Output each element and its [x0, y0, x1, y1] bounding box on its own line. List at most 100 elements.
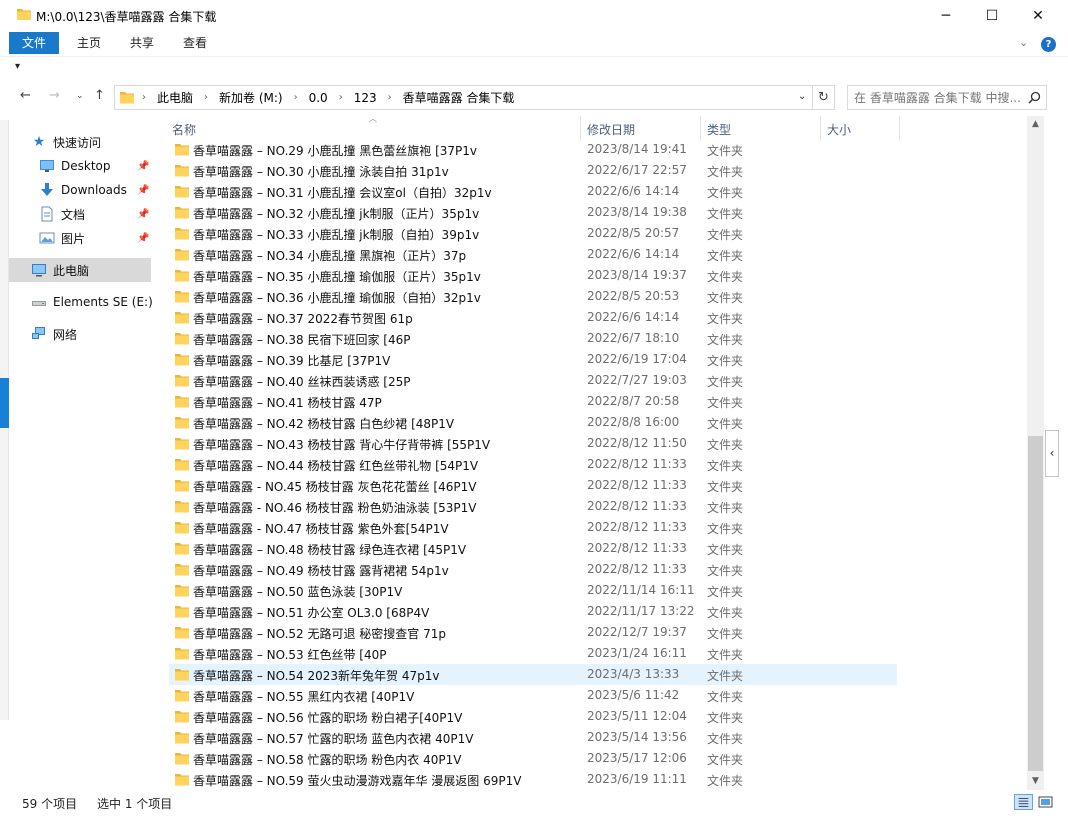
file-row[interactable]: 香草喵露露 – NO.59 萤火虫动漫游戏嘉年华 漫展返图 69P1V 2023/… — [169, 769, 897, 790]
file-row[interactable]: 香草喵露露 – NO.51 办公室 OL3.0 [68P4V 2022/11/17… — [169, 601, 897, 622]
column-divider[interactable] — [580, 116, 581, 141]
nav-this-pc[interactable]: 此电脑 — [9, 258, 151, 282]
back-button[interactable]: ← — [20, 88, 31, 103]
nav-label: 快速访问 — [53, 135, 102, 150]
column-header-size[interactable]: 大小 — [827, 121, 851, 138]
nav-downloads[interactable]: Downloads 📌 — [9, 178, 151, 202]
column-header-type[interactable]: 类型 — [707, 121, 731, 138]
tab-view[interactable]: 查看 — [170, 32, 220, 54]
details-view-icon[interactable] — [1014, 794, 1033, 810]
help-icon[interactable]: ? — [1041, 37, 1056, 52]
file-row[interactable]: 香草喵露露 – NO.34 小鹿乱撞 黑旗袍（正片）37p 2022/6/6 14… — [169, 244, 897, 265]
search-input[interactable] — [854, 89, 1022, 106]
file-row[interactable]: 香草喵露露 – NO.35 小鹿乱撞 瑜伽服（正片）35p1v 2023/8/14… — [169, 265, 897, 286]
nav-desktop[interactable]: Desktop 📌 — [9, 154, 151, 178]
file-type: 文件夹 — [707, 732, 744, 746]
file-row[interactable]: 香草喵露露 – NO.49 杨枝甘露 露背裙裙 54p1v 2022/8/12 1… — [169, 559, 897, 580]
pin-icon[interactable]: 📌 — [137, 233, 149, 244]
file-modified-date: 2023/5/17 12:06 — [587, 751, 687, 765]
column-header-name[interactable]: 名称 — [172, 121, 196, 138]
breadcrumb-folder-0-0[interactable]: 0.0 — [302, 91, 335, 105]
file-modified-date: 2023/5/6 11:42 — [587, 688, 680, 702]
nav-quick-access[interactable]: ★ 快速访问 — [9, 130, 151, 154]
pin-icon[interactable]: 📌 — [137, 185, 149, 196]
column-divider[interactable] — [700, 116, 701, 141]
breadcrumb-current-folder[interactable]: 香草喵露露 合集下载 — [396, 89, 522, 106]
vertical-scrollbar[interactable]: ▲ ▼ — [1027, 116, 1044, 790]
file-row[interactable]: 香草喵露露 – NO.31 小鹿乱撞 会议室ol（自拍）32p1v 2022/6/… — [169, 181, 897, 202]
file-row[interactable]: 香草喵露露 - NO.47 杨枝甘露 紫色外套[54P1V 2022/8/12 1… — [169, 517, 897, 538]
breadcrumb-separator[interactable]: › — [138, 92, 150, 103]
file-row[interactable]: 香草喵露露 – NO.44 杨枝甘露 红色丝带礼物 [54P1V 2022/8/1… — [169, 454, 897, 475]
column-divider[interactable] — [899, 116, 900, 141]
close-button[interactable]: ✕ — [1015, 0, 1061, 31]
file-modified-date: 2022/8/12 11:33 — [587, 541, 687, 555]
refresh-button[interactable]: ↻ — [813, 85, 835, 110]
file-modified-date: 2022/6/17 22:57 — [587, 163, 687, 177]
file-row[interactable]: 香草喵露露 – NO.32 小鹿乱撞 jk制服（正片）35p1v 2023/8/1… — [169, 202, 897, 223]
maximize-button[interactable]: ☐ — [969, 0, 1015, 31]
file-name: 香草喵露露 – NO.40 丝袜西装诱惑 [25P — [193, 375, 411, 389]
file-row[interactable]: 香草喵露露 – NO.50 蓝色泳装 [30P1V 2022/11/14 16:1… — [169, 580, 897, 601]
search-icon[interactable] — [1028, 91, 1041, 104]
search-box[interactable] — [847, 85, 1047, 110]
breadcrumb-separator[interactable]: › — [335, 92, 347, 103]
file-row[interactable]: 香草喵露露 – NO.29 小鹿乱撞 黑色蕾丝旗袍 [37P1v 2023/8/1… — [169, 139, 897, 160]
file-row[interactable]: 香草喵露露 – NO.54 2023新年兔年贺 47p1v 2023/4/3 13… — [169, 664, 897, 685]
file-row[interactable]: 香草喵露露 – NO.40 丝袜西装诱惑 [25P 2022/7/27 19:03… — [169, 370, 897, 391]
minimize-button[interactable]: ─ — [923, 0, 969, 31]
scroll-up-arrow[interactable]: ▲ — [1027, 116, 1044, 133]
file-row[interactable]: 香草喵露露 – NO.55 黑红内衣裙 [40P1V 2023/5/6 11:42… — [169, 685, 897, 706]
file-row[interactable]: 香草喵露露 – NO.36 小鹿乱撞 瑜伽服（自拍）32p1v 2022/8/5 … — [169, 286, 897, 307]
file-row[interactable]: 香草喵露露 – NO.38 民宿下班回家 [46P 2022/6/7 18:10 文… — [169, 328, 897, 349]
file-row[interactable]: 香草喵露露 – NO.39 比基尼 [37P1V 2022/6/19 17:04 文… — [169, 349, 897, 370]
breadcrumb-separator[interactable]: › — [384, 92, 396, 103]
expand-ribbon-button[interactable]: ⌄ — [1019, 36, 1028, 49]
up-button[interactable]: ↑ — [94, 88, 105, 103]
breadcrumb-this-pc[interactable]: 此电脑 — [150, 89, 200, 106]
forward-button[interactable]: → — [49, 88, 60, 103]
address-history-dropdown[interactable]: ⌄ — [798, 91, 806, 102]
pin-icon[interactable]: 📌 — [137, 209, 149, 220]
address-row: ← → ⌄ ↑ › 此电脑 › 新加卷 (M:) › 0.0 › 123 › 香… — [0, 82, 1068, 112]
file-type: 文件夹 — [707, 501, 744, 515]
column-divider[interactable] — [820, 116, 821, 141]
file-modified-date: 2022/8/5 20:57 — [587, 226, 680, 240]
file-type: 文件夹 — [707, 459, 744, 473]
file-row[interactable]: 香草喵露露 – NO.33 小鹿乱撞 jk制服（自拍）39p1v 2022/8/5… — [169, 223, 897, 244]
file-row[interactable]: 香草喵露露 – NO.41 杨枝甘露 47P 2022/8/7 20:58 文件夹 — [169, 391, 897, 412]
pin-icon[interactable]: 📌 — [137, 161, 149, 172]
breadcrumb-drive-m[interactable]: 新加卷 (M:) — [212, 89, 290, 106]
tab-share[interactable]: 共享 — [117, 32, 167, 54]
scroll-down-arrow[interactable]: ▼ — [1027, 773, 1044, 790]
file-row[interactable]: 香草喵露露 – NO.42 杨枝甘露 白色纱裙 [48P1V 2022/8/8 1… — [169, 412, 897, 433]
folder-icon — [175, 291, 189, 303]
collapse-pane-handle[interactable]: ‹ — [1045, 430, 1059, 477]
scrollbar-thumb[interactable] — [1028, 436, 1043, 771]
nav-elements-drive[interactable]: Elements SE (E:) — [9, 290, 153, 314]
file-row[interactable]: 香草喵露露 – NO.30 小鹿乱撞 泳装自拍 31p1v 2022/6/17 2… — [169, 160, 897, 181]
file-row[interactable]: 香草喵露露 – NO.57 忙露的职场 蓝色内衣裙 40P1V 2023/5/14… — [169, 727, 897, 748]
recent-locations-button[interactable]: ⌄ — [76, 91, 84, 101]
file-row[interactable]: 香草喵露露 – NO.48 杨枝甘露 绿色连衣裙 [45P1V 2022/8/12… — [169, 538, 897, 559]
tab-home[interactable]: 主页 — [64, 32, 114, 54]
file-row[interactable]: 香草喵露露 – NO.37 2022春节贺图 61p 2022/6/6 14:14… — [169, 307, 897, 328]
file-row[interactable]: 香草喵露露 – NO.43 杨枝甘露 背心牛仔背带裤 [55P1V 2022/8/… — [169, 433, 897, 454]
file-row[interactable]: 香草喵露露 – NO.56 忙露的职场 粉白裙子[40P1V 2023/5/11 … — [169, 706, 897, 727]
nav-network[interactable]: 网络 — [9, 322, 151, 346]
file-row[interactable]: 香草喵露露 – NO.53 红色丝带 [40P 2023/1/24 16:11 文件… — [169, 643, 897, 664]
breadcrumb-folder-123[interactable]: 123 — [347, 91, 384, 105]
file-row[interactable]: 香草喵露露 - NO.46 杨枝甘露 粉色奶油泳装 [53P1V 2022/8/1… — [169, 496, 897, 517]
breadcrumb-separator[interactable]: › — [200, 92, 212, 103]
file-row[interactable]: 香草喵露露 – NO.58 忙露的职场 粉色内衣 40P1V 2023/5/17 … — [169, 748, 897, 769]
file-row[interactable]: 香草喵露露 – NO.52 无路可退 秘密搜查官 71p 2022/12/7 19… — [169, 622, 897, 643]
quick-access-toolbar-dropdown[interactable]: ▾ — [15, 61, 20, 72]
tab-file[interactable]: 文件 — [9, 32, 60, 54]
large-icons-view-icon[interactable] — [1037, 794, 1054, 810]
breadcrumb-separator[interactable]: › — [290, 92, 302, 103]
address-bar[interactable]: › 此电脑 › 新加卷 (M:) › 0.0 › 123 › 香草喵露露 合集下… — [114, 85, 813, 110]
file-row[interactable]: 香草喵露露 - NO.45 杨枝甘露 灰色花花蕾丝 [46P1V 2022/8/1… — [169, 475, 897, 496]
nav-pictures[interactable]: 图片 📌 — [9, 226, 151, 250]
column-header-date[interactable]: 修改日期 — [587, 121, 635, 138]
nav-documents[interactable]: 文档 📌 — [9, 202, 151, 226]
